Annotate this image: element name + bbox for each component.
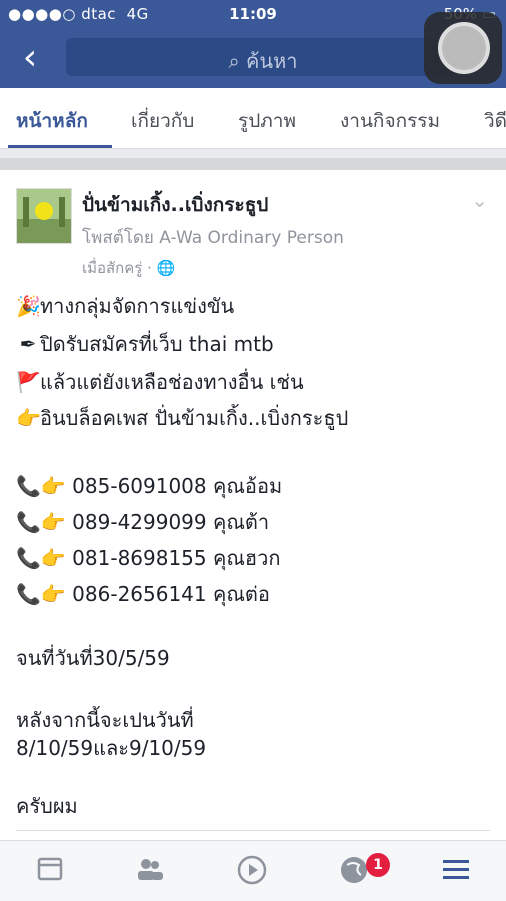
post-line: ✒ ปิดรับสมัครที่เว็บ thai mtb: [16, 328, 274, 360]
deadline-text: จนที่วันที่30/5/59: [16, 646, 170, 670]
phone-number[interactable]: 089-4299099 คุณต้า: [72, 510, 269, 534]
after-date-values: 8/10/59และ9/10/59: [16, 736, 207, 760]
post-timestamp[interactable]: เมื่อสักครู่ · 🌐: [82, 256, 175, 280]
tab-photos[interactable]: รูปภาพ: [238, 106, 296, 136]
assistive-touch-icon: [438, 22, 490, 74]
phone-number[interactable]: 085-6091008 คุณอ้อม: [72, 474, 282, 498]
contact-line: 📞👉 081-8698155 คุณฮวก: [16, 542, 280, 574]
friends-icon[interactable]: [134, 855, 166, 887]
search-bar[interactable]: ⌕ ค้นหา: [66, 38, 460, 76]
phone-icon: 📞👉: [16, 546, 66, 570]
post-line: 👉อินบล็อคเพส ปั่นข้ามเกิ้ง..เบิ่งกระธูป: [16, 406, 349, 430]
tab-home[interactable]: หน้าหลัก: [16, 106, 88, 136]
search-icon: ⌕: [228, 49, 240, 73]
pen-icon: ✒: [19, 332, 37, 356]
tab-videos[interactable]: วิดี: [484, 106, 506, 136]
pointing-hand-icon: 👉: [16, 406, 41, 430]
news-feed-icon[interactable]: [34, 855, 66, 887]
video-icon[interactable]: [236, 855, 268, 887]
phone-icon: 📞👉: [16, 582, 66, 606]
notification-badge: 1: [366, 853, 390, 877]
post-card: ปั่นข้ามเกิ้ง..เบิ่งกระธูป โพสต์โดย A-Wa…: [0, 170, 506, 840]
post-author[interactable]: โพสต์โดย A-Wa Ordinary Person: [82, 224, 344, 251]
phone-number[interactable]: 086-2656141 คุณต่อ: [72, 582, 270, 606]
contact-line: 📞👉 089-4299099 คุณต้า: [16, 506, 269, 538]
contact-line: 📞👉 086-2656141 คุณต่อ: [16, 578, 270, 610]
post-divider: [16, 830, 490, 831]
globe-icon[interactable]: [338, 855, 370, 887]
page-tabs: หน้าหลัก เกี่ยวกับ รูปภาพ งานกิจกรรม วิด…: [0, 88, 506, 149]
page-name[interactable]: ปั่นข้ามเกิ้ง..เบิ่งกระธูป: [82, 190, 268, 220]
section-separator: [0, 158, 506, 170]
tab-events[interactable]: งานกิจกรรม: [340, 106, 440, 136]
assistive-touch-button[interactable]: [424, 12, 502, 84]
contact-line: 📞👉 085-6091008 คุณอ้อม: [16, 470, 282, 502]
flag-icon: 🚩: [16, 370, 41, 394]
phone-icon: 📞👉: [16, 510, 66, 534]
post-line: 🚩แล้วแต่ยังเหลือช่องทางอื่น เช่น: [16, 370, 304, 394]
phone-icon: 📞👉: [16, 474, 66, 498]
menu-icon[interactable]: [440, 855, 472, 887]
phone-number[interactable]: 081-8698155 คุณฮวก: [72, 546, 280, 570]
chevron-down-icon[interactable]: ⌄: [471, 188, 488, 212]
back-button[interactable]: ‹: [10, 38, 50, 78]
active-tab-indicator: [8, 145, 112, 148]
closing-text: ครับผม: [16, 794, 78, 818]
party-icon: 🎉: [16, 294, 41, 318]
tab-about[interactable]: เกี่ยวกับ: [131, 106, 194, 136]
search-placeholder: ค้นหา: [246, 49, 298, 73]
page-avatar[interactable]: [16, 188, 72, 244]
top-header: ●●●●○ dtac 4G 11:09 50% ▭ ‹ ⌕ ค้นหา: [0, 0, 506, 88]
bottom-nav: 1: [0, 840, 506, 901]
post-line: 🎉ทางกลุ่มจัดการแข่งขัน: [16, 294, 235, 318]
